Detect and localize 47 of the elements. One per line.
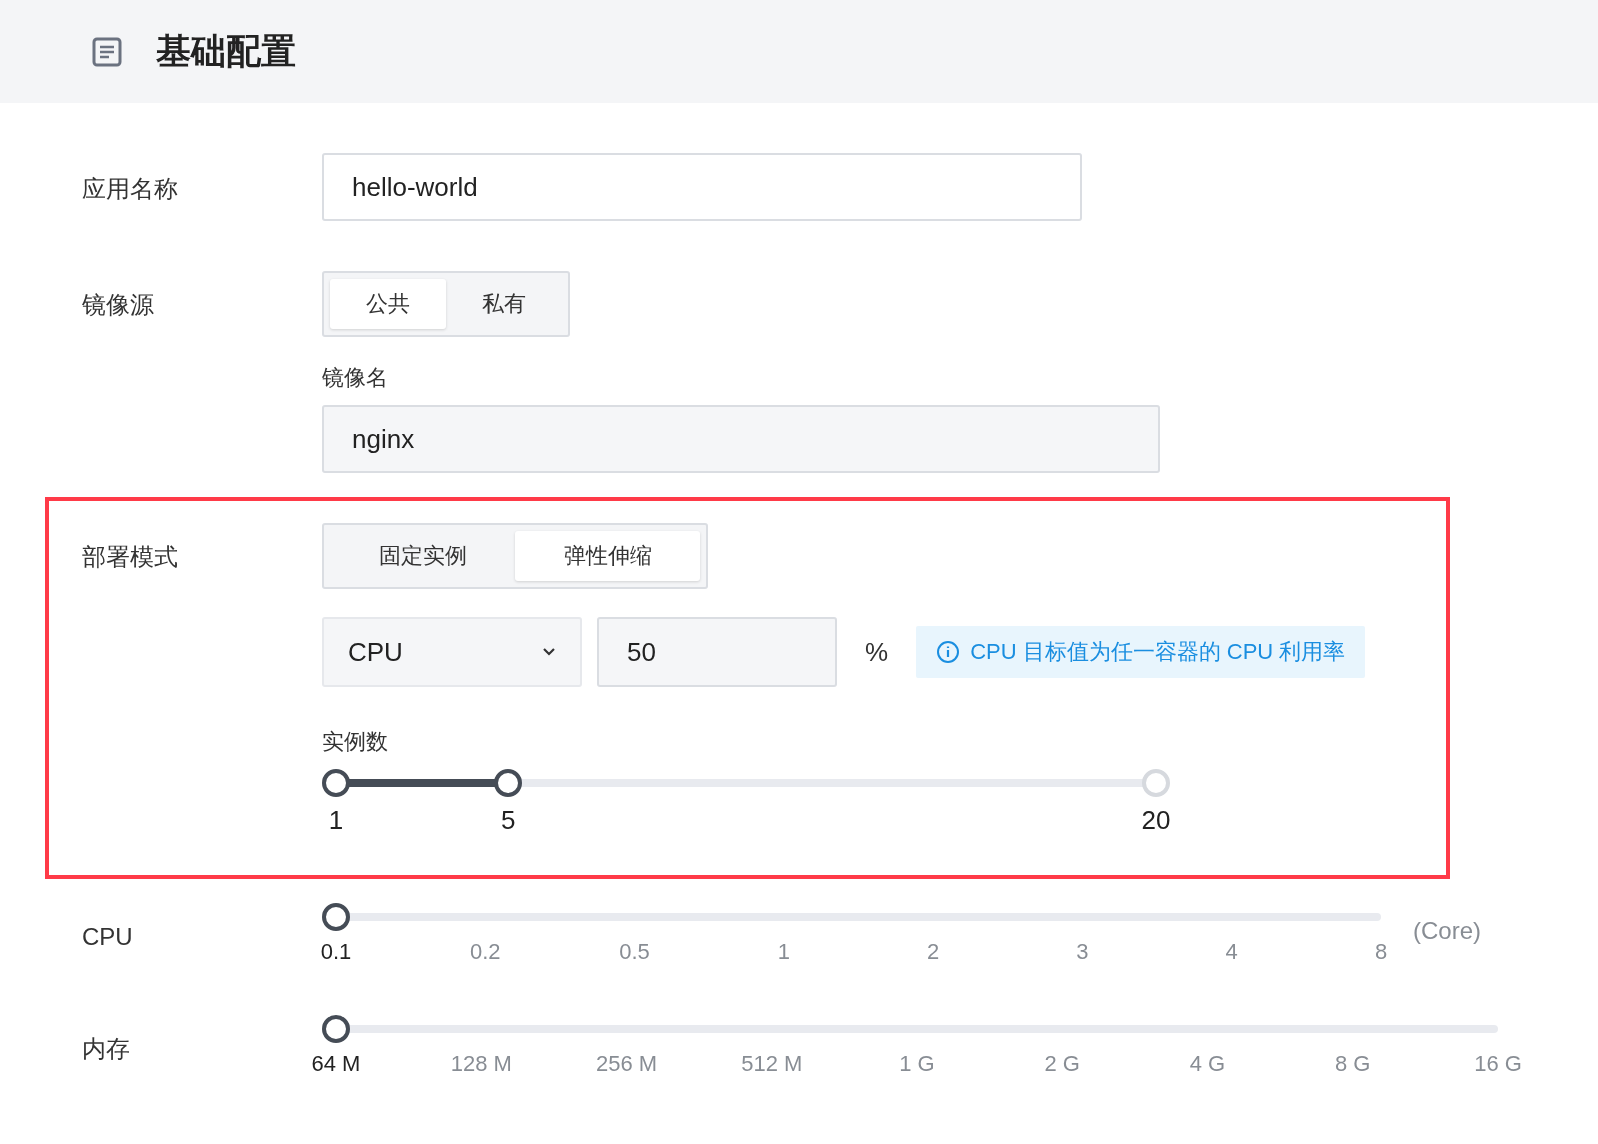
tick-label: 128 M — [450, 1051, 512, 1077]
field-label: 镜像名 — [322, 364, 389, 392]
chevron-down-icon — [542, 647, 556, 657]
tick-label: 512 M — [741, 1051, 803, 1077]
document-icon — [92, 36, 122, 67]
slider-end-marker — [1142, 769, 1170, 797]
field-label: CPU — [82, 922, 134, 951]
tick-label: 1 — [777, 939, 790, 965]
segment-option[interactable]: 弹性伸缩 — [515, 531, 700, 581]
tick-label: 1 G — [899, 1051, 935, 1077]
thumb-value: 5 — [500, 805, 516, 836]
tick-label: 2 — [927, 939, 940, 965]
tick-label: 2 G — [1044, 1051, 1080, 1077]
segment-option[interactable]: 公共 — [330, 279, 446, 329]
tick-label: 4 G — [1189, 1051, 1226, 1077]
metric-select[interactable]: CPU — [322, 617, 582, 687]
max-value: 20 — [1141, 805, 1171, 836]
hint-text: CPU 目标值为任一容器的 CPU 利用率 — [970, 638, 1346, 666]
slider-thumb[interactable] — [322, 769, 350, 797]
tick-label: 0.5 — [619, 939, 650, 965]
field-label: 实例数 — [322, 728, 389, 756]
slider-thumb[interactable] — [322, 903, 350, 931]
tick-label: 8 G — [1335, 1051, 1371, 1077]
slider[interactable] — [322, 769, 1170, 797]
slider-thumb[interactable] — [494, 769, 523, 797]
tick-label: 3 — [1076, 939, 1089, 965]
unit-label: (Core) — [1413, 917, 1481, 945]
tick-label: 4 — [1225, 939, 1238, 965]
slider-thumb[interactable] — [322, 1015, 350, 1043]
tick-label: 0.1 — [320, 939, 352, 965]
info-icon — [936, 640, 961, 664]
segment-option[interactable]: 私有 — [446, 279, 562, 329]
app-name-input[interactable]: hello-world — [322, 153, 1082, 221]
segment-option[interactable]: 固定实例 — [330, 531, 515, 581]
tick-label: 0.2 — [470, 939, 501, 965]
field-label: 应用名称 — [82, 174, 179, 204]
image-name-input[interactable]: nginx — [322, 405, 1160, 473]
unit-label: % — [865, 636, 889, 668]
tick-label: 8 — [1374, 939, 1388, 965]
tick-label: 256 M — [595, 1051, 658, 1077]
target-input[interactable]: 50 — [597, 617, 837, 687]
thumb-value: 1 — [328, 805, 344, 836]
tick-label: 16 G — [1474, 1051, 1522, 1077]
field-label: 部署模式 — [82, 542, 179, 572]
section-title: 基础配置 — [156, 30, 296, 72]
field-label: 镜像源 — [82, 290, 155, 320]
tick-label: 64 M — [311, 1051, 361, 1077]
